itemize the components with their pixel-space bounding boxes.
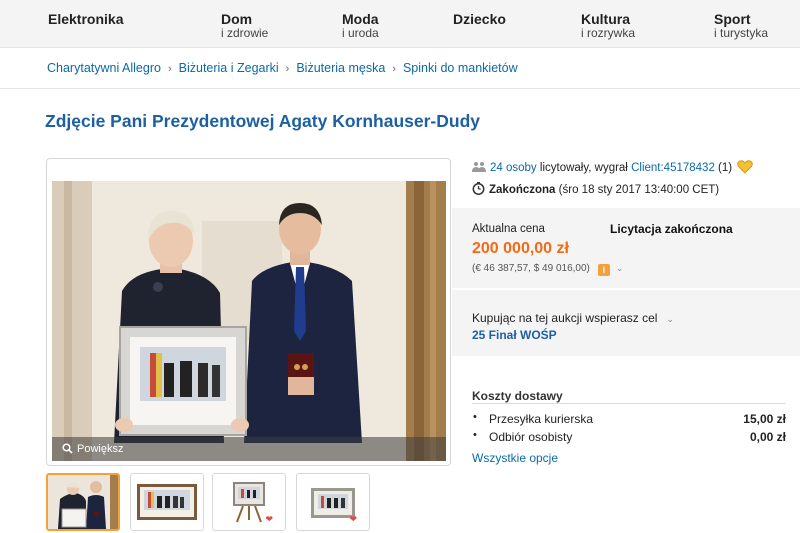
nav-category-electronics[interactable]: Elektronika	[48, 12, 123, 27]
thumbnail-1[interactable]	[46, 473, 120, 531]
auction-finished-label: Licytacja zakończona	[610, 222, 733, 236]
all-shipping-options-link[interactable]: Wszystkie opcje	[472, 451, 558, 465]
magnifier-icon	[62, 443, 73, 454]
nav-category-label: Sport	[714, 11, 751, 27]
shipping-method: Przesyłka kurierska	[489, 412, 594, 426]
nav-category-fashion[interactable]: Moda i uroda	[342, 12, 379, 40]
zoom-label: Powiększ	[77, 443, 124, 455]
divider	[0, 88, 800, 89]
shipping-cost: 15,00 zł	[743, 412, 786, 426]
thumbnail-image	[297, 474, 369, 530]
price-conversion-text: (€ 46 387,57, $ 49 016,00)	[472, 263, 590, 274]
nav-category-sublabel: i zdrowie	[221, 26, 269, 40]
breadcrumb-link[interactable]: Biżuteria i Zegarki	[179, 61, 279, 75]
bullet: •	[473, 429, 477, 441]
divider	[472, 403, 786, 404]
heart-badge-icon	[737, 160, 754, 174]
thumbnail-2[interactable]	[130, 473, 204, 531]
breadcrumb-link[interactable]: Spinki do mankietów	[403, 61, 518, 75]
main-photo[interactable]: Powiększ	[52, 181, 446, 461]
charity-name[interactable]: 25 Finał WOŚP	[472, 328, 557, 342]
thumbnail-image	[213, 474, 285, 530]
current-price: 200 000,00 zł	[472, 240, 569, 257]
winner-link[interactable]: Client:45178432	[631, 162, 715, 174]
auction-status-label: Zakończona	[489, 184, 556, 196]
nav-category-home[interactable]: Dom i zdrowie	[221, 12, 268, 40]
charity-box: Kupując na tej aukcji wspierasz cel ⌄ 25 …	[452, 290, 800, 356]
charity-label: Kupując na tej aukcji wspierasz cel ⌄	[472, 311, 674, 325]
nav-category-label: Elektronika	[48, 11, 124, 27]
people-icon	[472, 162, 486, 172]
auction-end-info: Zakończona (śro 18 sty 2017 13:40:00 CET…	[472, 182, 719, 196]
thumbnail-4[interactable]: ❤	[296, 473, 370, 531]
bullet: •	[473, 411, 477, 423]
thumbnail-image	[48, 475, 118, 529]
thumbnail-3[interactable]: ❤	[212, 473, 286, 531]
info-icon[interactable]: i	[597, 264, 610, 276]
clock-icon	[472, 182, 485, 195]
price-conversion: (€ 46 387,57, $ 49 016,00) i ⌄	[472, 263, 623, 276]
bidders-count-link[interactable]: 24 osoby	[490, 162, 537, 174]
shipping-method: Odbiór osobisty	[489, 430, 573, 444]
main-photo-image	[52, 181, 446, 461]
nav-category-label: Dom	[221, 11, 253, 27]
auction-end-date: (śro 18 sty 2017 13:40:00 CET)	[558, 184, 720, 196]
thumbnail-image	[131, 474, 203, 530]
shipping-cost: 0,00 zł	[749, 430, 786, 444]
breadcrumb: Charytatywni Allegro › Biżuteria i Zegarki…	[47, 61, 518, 75]
nav-category-label: Dziecko	[453, 11, 506, 27]
heart-icon: ❤	[265, 514, 273, 524]
breadcrumb-link[interactable]: Charytatywni Allegro	[47, 61, 161, 75]
page-title: Zdjęcie Pani Prezydentowej Agaty Kornhau…	[45, 111, 481, 131]
nav-category-sublabel: i uroda	[342, 26, 379, 40]
heart-icon: ❤	[349, 514, 357, 524]
nav-category-label: Moda	[342, 11, 379, 27]
nav-category-sublabel: i turystyka	[714, 26, 769, 40]
shipping-title: Koszty dostawy	[472, 389, 563, 403]
winner-rating: (1)	[718, 162, 733, 174]
nav-category-sublabel: i rozrywka	[581, 26, 636, 40]
breadcrumb-separator: ›	[167, 63, 172, 75]
breadcrumb-separator: ›	[285, 63, 290, 75]
category-nav: Elektronika Dom i zdrowie Moda i uroda D…	[0, 0, 800, 48]
bidders-info: 24 osoby licytowały, wygrał Client:45178…	[472, 160, 754, 174]
price-box: Aktualna cena Licytacja zakończona 200 0…	[452, 208, 800, 288]
chevron-down-icon[interactable]: ⌄	[666, 314, 674, 325]
chevron-down-icon[interactable]: ⌄	[616, 263, 624, 274]
photo-gallery: Powiększ	[46, 158, 451, 466]
zoom-button[interactable]: Powiększ	[52, 437, 446, 461]
price-label: Aktualna cena	[472, 223, 545, 235]
nav-category-culture[interactable]: Kultura i rozrywka	[581, 12, 635, 40]
nav-category-label: Kultura	[581, 11, 630, 27]
breadcrumb-separator: ›	[392, 63, 396, 75]
breadcrumb-link[interactable]: Biżuteria męska	[296, 61, 385, 75]
nav-category-sport[interactable]: Sport i turystyka	[714, 12, 768, 40]
bidders-text: licytowały, wygrał	[539, 162, 628, 174]
nav-category-child[interactable]: Dziecko	[453, 12, 506, 27]
charity-label-text: Kupując na tej aukcji wspierasz cel	[472, 311, 658, 325]
